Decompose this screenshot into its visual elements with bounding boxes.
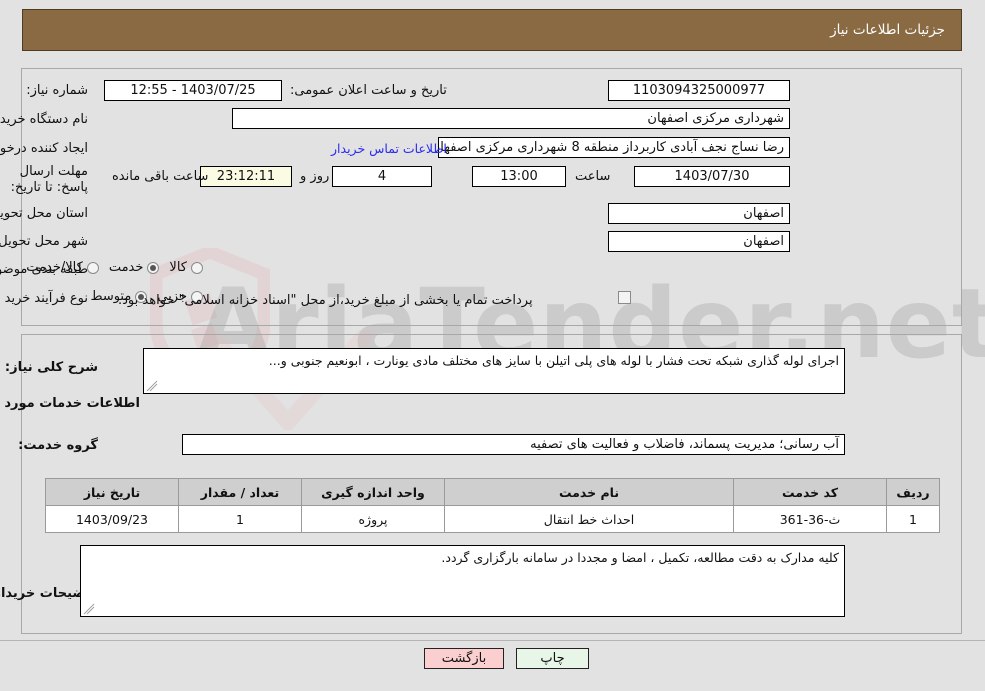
summary-panel	[21, 68, 962, 326]
treasury-text: پرداخت تمام یا بخشی از مبلغ خرید،از محل …	[118, 293, 533, 308]
city-value: اصفهان	[608, 231, 790, 252]
radio-icon[interactable]	[86, 261, 99, 274]
buyer-contact-link[interactable]: اطلاعات تماس خریدار	[331, 141, 447, 156]
days-label: روز و	[300, 169, 330, 184]
deadline-time-value: 13:00	[472, 166, 566, 187]
category-option-1[interactable]: خدمت	[109, 260, 160, 275]
table-row: 1 ث-36-361 احداث خط انتقال پروژه 1 1403/09/23	[45, 505, 940, 533]
resize-grip-icon-notes	[83, 603, 95, 615]
category-option-label: کالا	[169, 260, 187, 275]
services-table: ردیف کد خدمت نام خدمت واحد اندازه گیری ت…	[45, 478, 940, 533]
general-desc-label: شرح کلی نیاز:	[4, 360, 98, 375]
services-section-title: اطلاعات خدمات مورد نیاز	[0, 396, 140, 411]
service-group-value: آب رسانی؛ مدیریت پسماند، فاضلاب و فعالیت…	[182, 434, 845, 455]
announce-datetime-value: 12:55 - 1403/07/25	[104, 80, 282, 101]
radio-icon[interactable]	[147, 261, 160, 274]
column-header-name: نام خدمت	[444, 478, 734, 506]
buyer-notes-value[interactable]: کلیه مدارک به دقت مطالعه، تکمیل ، امضا و…	[80, 545, 845, 617]
buyer-notes-text: کلیه مدارک به دقت مطالعه، تکمیل ، امضا و…	[441, 550, 839, 565]
province-label: استان محل تحویل:	[0, 206, 88, 221]
table-header-row: ردیف کد خدمت نام خدمت واحد اندازه گیری ت…	[45, 478, 940, 506]
service-group-label: گروه خدمت:	[18, 438, 98, 453]
column-header-unit: واحد اندازه گیری	[301, 478, 445, 506]
creator-label: ایجاد کننده درخواست:	[0, 141, 88, 156]
cell-measure-unit: پروژه	[301, 505, 445, 533]
announce-datetime-label: تاریخ و ساعت اعلان عمومی:	[290, 83, 447, 98]
back-button[interactable]: بازگشت	[424, 648, 504, 669]
cell-service-name: احداث خط انتقال	[444, 505, 734, 533]
cell-service-code: ث-36-361	[733, 505, 887, 533]
page-title: جزئیات اطلاعات نیاز	[830, 22, 945, 38]
radio-icon[interactable]	[191, 261, 203, 274]
category-radio-group[interactable]: کالا خدمت کالا/خدمت	[26, 260, 203, 275]
general-desc-value[interactable]: اجرای لوله گذاری شبکه تحت فشار با لوله ه…	[143, 348, 845, 394]
resize-grip-icon	[146, 380, 158, 392]
city-label: شهر محل تحویل:	[0, 234, 88, 249]
cell-row-index: 1	[886, 505, 940, 533]
province-value: اصفهان	[608, 203, 790, 224]
page-root: AriaTender.net جزئیات اطلاعات نیاز شماره…	[0, 0, 985, 691]
buyer-org-value: شهرداری مرکزی اصفهان	[232, 108, 790, 129]
column-header-row: ردیف	[886, 478, 940, 506]
need-number-value: 1103094325000977	[608, 80, 790, 101]
print-button[interactable]: چاپ	[516, 648, 589, 669]
general-desc-text: اجرای لوله گذاری شبکه تحت فشار با لوله ه…	[268, 353, 839, 368]
need-number-label: شماره نیاز:	[26, 83, 88, 98]
category-option-0[interactable]: کالا	[169, 260, 203, 275]
cell-need-date: 1403/09/23	[45, 505, 179, 533]
category-option-2[interactable]: کالا/خدمت	[26, 260, 99, 275]
treasury-checkbox[interactable]	[618, 291, 631, 304]
countdown-value: 23:12:11	[200, 166, 292, 187]
cell-quantity: 1	[178, 505, 302, 533]
deadline-label: مهلت ارسال پاسخ: تا تاریخ:	[10, 164, 88, 196]
category-option-label: کالا/خدمت	[26, 260, 83, 275]
deadline-date-value: 1403/07/30	[634, 166, 790, 187]
page-header: جزئیات اطلاعات نیاز	[22, 9, 962, 51]
column-header-code: کد خدمت	[733, 478, 887, 506]
days-remaining-value: 4	[332, 166, 432, 187]
footer-divider	[0, 640, 985, 641]
column-header-qty: تعداد / مقدار	[178, 478, 302, 506]
category-option-label: خدمت	[108, 260, 144, 275]
buyer-org-label: نام دستگاه خریدار:	[0, 112, 88, 127]
table-body: 1 ث-36-361 احداث خط انتقال پروژه 1 1403/09/23	[45, 505, 940, 533]
remaining-hours-label: ساعت باقی مانده	[112, 169, 209, 184]
creator-value: رضا نساج نجف آبادی کاربرداز منطقه 8 شهرد…	[438, 137, 790, 158]
process-label: نوع فرآیند خرید :	[0, 291, 88, 306]
column-header-date: تاریخ نیاز	[45, 478, 179, 506]
hour-label: ساعت	[575, 169, 611, 184]
